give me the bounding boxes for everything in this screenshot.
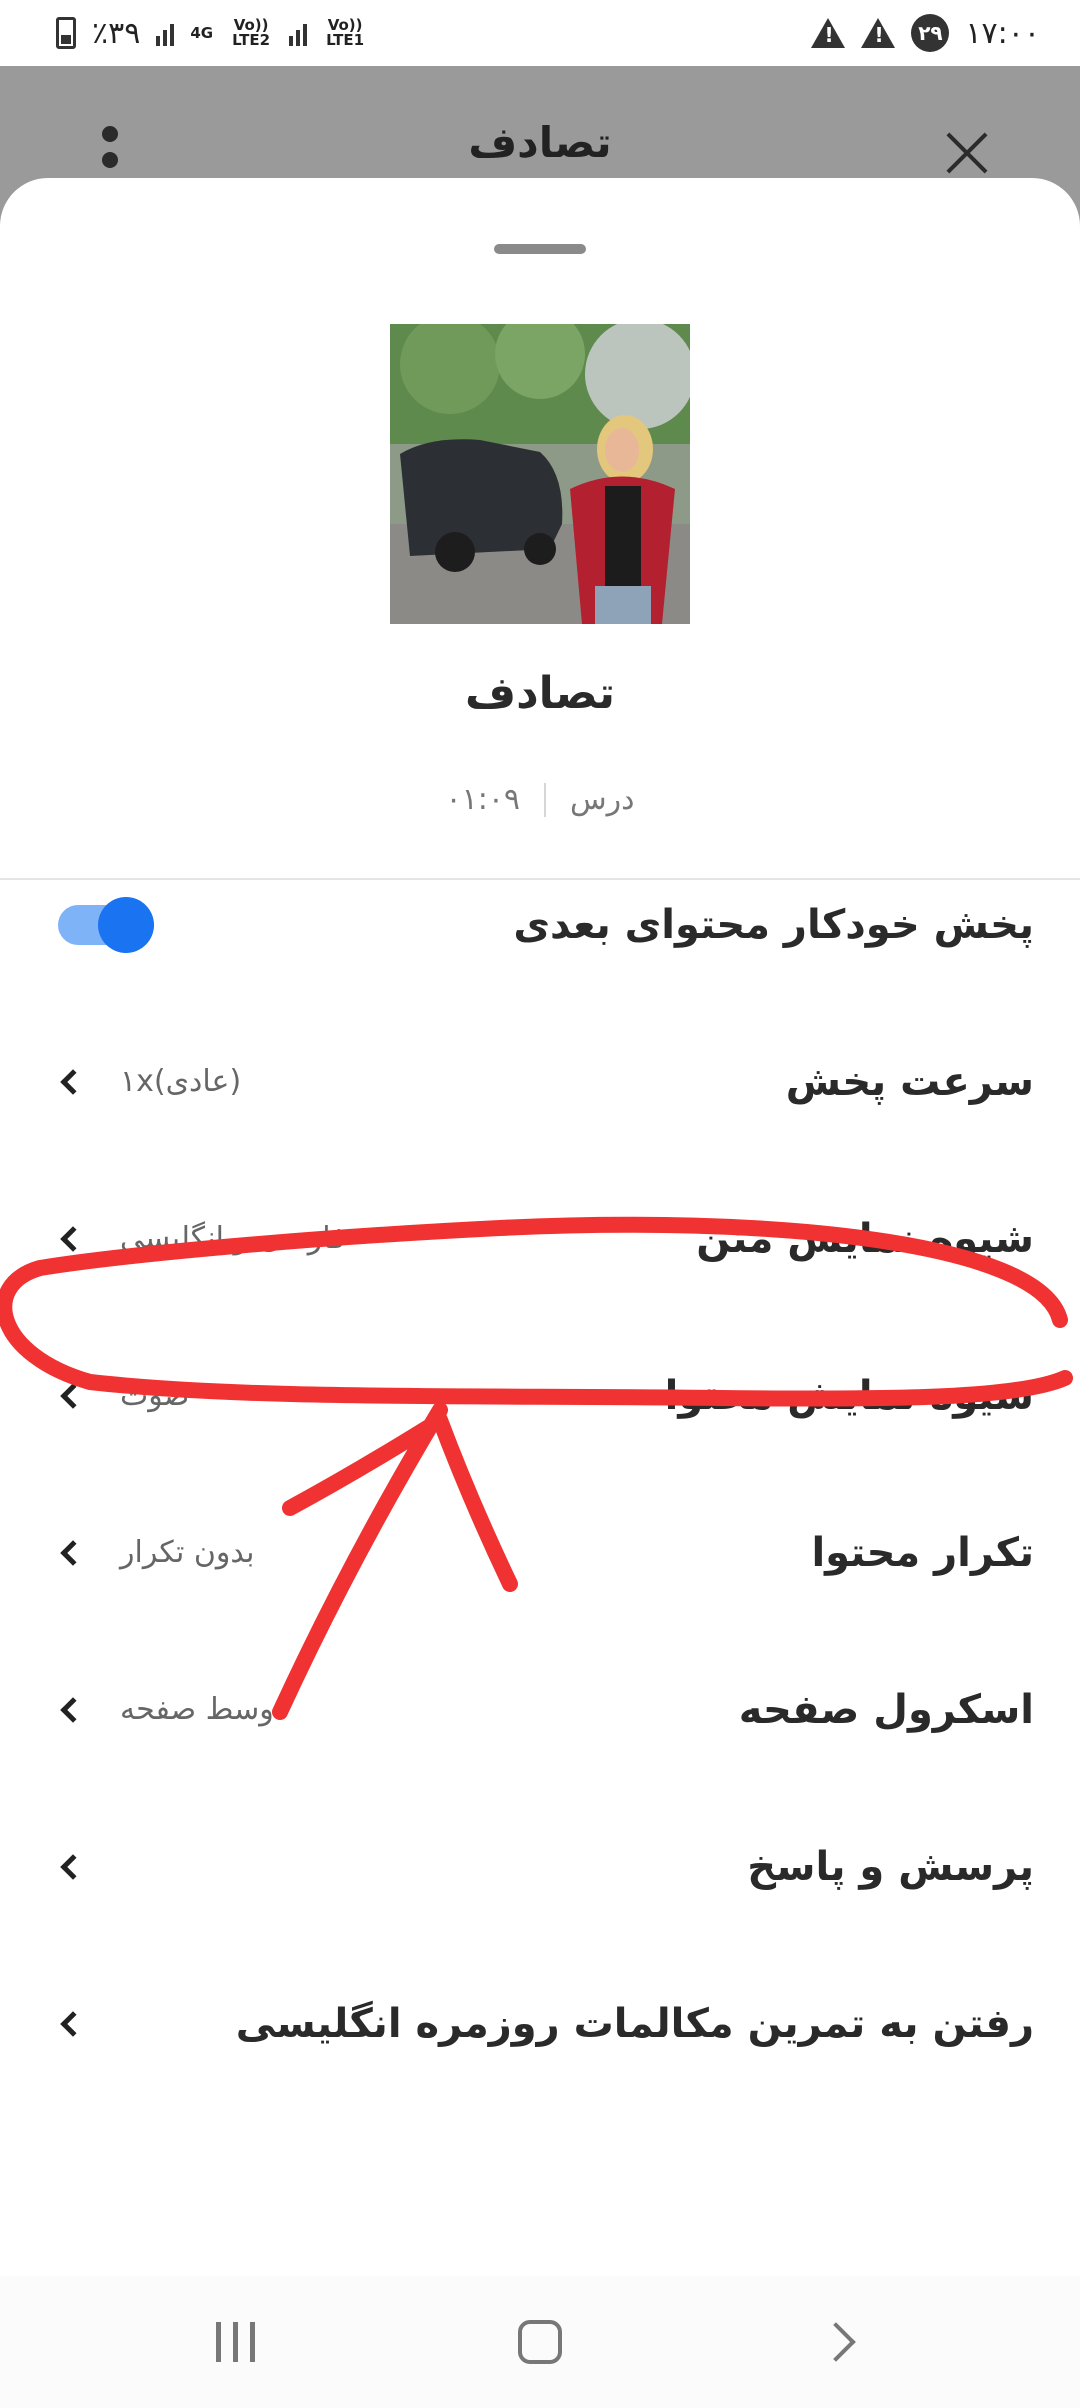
lesson-type: درس xyxy=(570,782,635,817)
battery-icon xyxy=(56,17,76,49)
setting-practice[interactable]: رفتن به تمرین مکالمات روزمره انگلیسی xyxy=(0,1945,1080,2102)
app-header: تصادف xyxy=(0,66,1080,196)
home-icon[interactable] xyxy=(518,2320,562,2364)
setting-content-display[interactable]: شیوه نمایش محتوا صوت xyxy=(0,1317,1080,1474)
date-badge: ۲۹ xyxy=(911,14,950,52)
lesson-meta: درس ۰۱:۰۹ xyxy=(0,782,1080,817)
setting-label: پرسش و پاسخ xyxy=(747,1843,1034,1890)
lesson-image xyxy=(390,324,690,624)
setting-value: صوت xyxy=(120,1378,190,1413)
header-title: تصادف xyxy=(468,118,612,167)
setting-label: تکرار محتوا xyxy=(811,1529,1034,1576)
status-bar: ٪۳۹ 4G Vo)) LTE2 Vo)) LTE1 ۲۹ ۱۷:۰۰ xyxy=(0,0,1080,66)
setting-value: فارسی و انگلیسی xyxy=(120,1221,346,1256)
status-right: ۲۹ ۱۷:۰۰ xyxy=(811,14,1040,52)
setting-label: سرعت پخش xyxy=(785,1058,1034,1105)
setting-value: بدون تکرار xyxy=(120,1535,255,1570)
setting-label: پخش خودکار محتوای بعدی xyxy=(513,901,1034,948)
clock: ۱۷:۰۰ xyxy=(965,15,1040,51)
autoplay-toggle[interactable] xyxy=(58,896,154,953)
chevron-left-icon xyxy=(60,1539,86,1566)
setting-value: وسط صفحه xyxy=(120,1692,274,1727)
chevron-left-icon xyxy=(60,1225,86,1252)
warning-icon xyxy=(811,18,846,48)
drag-handle[interactable] xyxy=(494,244,586,254)
setting-label: اسکرول صفحه xyxy=(738,1686,1034,1733)
signal-icon xyxy=(156,20,175,46)
chevron-left-icon xyxy=(60,1382,86,1409)
chevron-left-icon xyxy=(60,1853,86,1880)
setting-label: شیوه نمایش محتوا xyxy=(664,1372,1034,1419)
chevron-left-icon xyxy=(60,1696,86,1723)
toggle-knob xyxy=(98,896,154,953)
network-type: 4G xyxy=(190,23,214,42)
setting-label: شیوه نمایش متن xyxy=(696,1215,1034,1262)
chevron-left-icon xyxy=(60,1068,86,1095)
setting-text-display[interactable]: شیوه نمایش متن فارسی و انگلیسی xyxy=(0,1160,1080,1317)
warning-icon xyxy=(861,18,896,48)
recents-icon[interactable] xyxy=(216,2322,255,2362)
setting-playback-speed[interactable]: سرعت پخش (عادی)۱x xyxy=(0,1003,1080,1160)
chevron-left-icon xyxy=(60,2010,86,2037)
network-lte1: Vo)) LTE1 xyxy=(326,16,365,49)
back-icon[interactable] xyxy=(816,2322,856,2362)
status-left: ٪۳۹ 4G Vo)) LTE2 Vo)) LTE1 xyxy=(56,16,367,51)
setting-qa[interactable]: پرسش و پاسخ xyxy=(0,1788,1080,1945)
network-lte2: Vo)) LTE2 xyxy=(232,16,271,49)
setting-scroll[interactable]: اسکرول صفحه وسط صفحه xyxy=(0,1631,1080,1788)
lesson-title: تصادف xyxy=(464,668,616,719)
close-icon[interactable] xyxy=(944,130,990,176)
meta-separator xyxy=(544,782,547,817)
setting-value: (عادی)۱x xyxy=(120,1064,242,1099)
accident-image xyxy=(390,324,690,624)
setting-autoplay[interactable]: پخش خودکار محتوای بعدی xyxy=(0,846,1080,1003)
settings-list: پخش خودکار محتوای بعدی سرعت پخش (عادی)۱x… xyxy=(0,846,1080,2102)
signal-icon xyxy=(289,20,308,46)
setting-repeat[interactable]: تکرار محتوا بدون تکرار xyxy=(0,1474,1080,1631)
lesson-duration: ۰۱:۰۹ xyxy=(445,782,521,817)
setting-label: رفتن به تمرین مکالمات روزمره انگلیسی xyxy=(235,2000,1034,2047)
battery-level: ٪۳۹ xyxy=(92,15,141,51)
system-nav-bar xyxy=(0,2276,1080,2408)
